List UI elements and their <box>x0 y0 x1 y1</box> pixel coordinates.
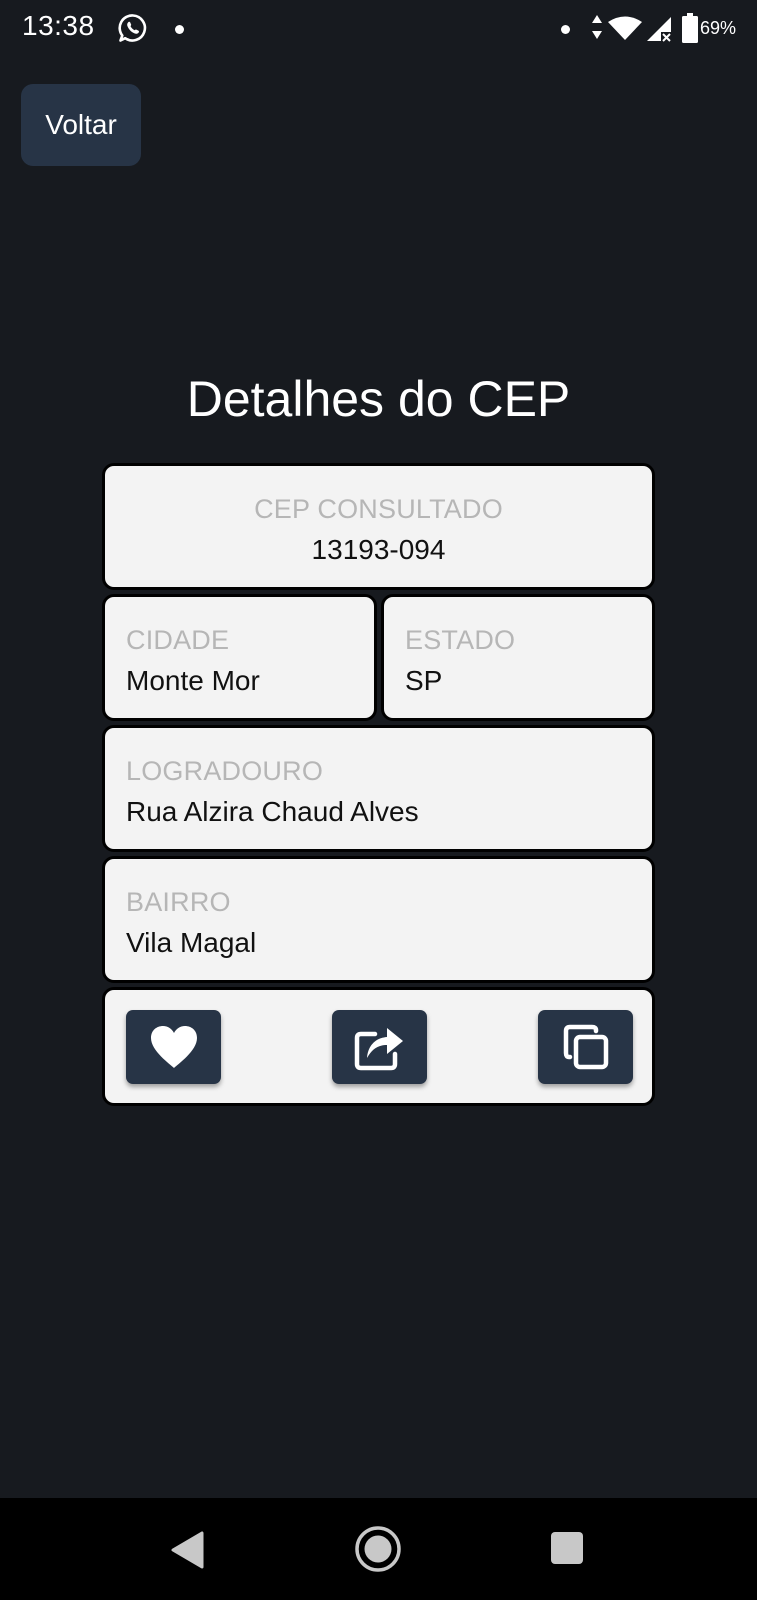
actions-card <box>102 987 655 1106</box>
cep-label: CEP CONSULTADO <box>254 494 503 524</box>
signal-no-data-icon <box>647 17 671 42</box>
heart-icon <box>150 1026 197 1068</box>
cep-card: CEP CONSULTADO 13193-094 <box>102 463 655 590</box>
back-triangle-icon[interactable] <box>170 1530 206 1570</box>
status-dot-icon <box>561 25 570 34</box>
estado-value: SP <box>405 665 443 696</box>
copy-icon <box>563 1024 608 1070</box>
logradouro-card: LOGRADOURO Rua Alzira Chaud Alves <box>102 725 655 852</box>
cidade-card: CIDADE Monte Mor <box>102 594 377 721</box>
bairro-card: BAIRRO Vila Magal <box>102 856 655 983</box>
page-title: Detalhes do CEP <box>186 371 571 427</box>
bairro-value: Vila Magal <box>126 927 257 958</box>
cidade-value: Monte Mor <box>126 665 260 696</box>
estado-label: ESTADO <box>405 625 516 655</box>
status-time: 13:38 <box>22 10 95 41</box>
logradouro-label: LOGRADOURO <box>126 756 324 786</box>
battery-percentage: 69% <box>700 18 737 38</box>
notification-dot-icon <box>175 25 184 34</box>
back-button[interactable]: Voltar <box>21 84 141 166</box>
cidade-label: CIDADE <box>126 625 230 655</box>
navigation-bar <box>0 1498 757 1600</box>
battery-icon <box>682 13 698 43</box>
share-button[interactable] <box>332 1010 427 1084</box>
whatsapp-icon <box>118 14 147 42</box>
favorite-button[interactable] <box>126 1010 221 1084</box>
copy-button[interactable] <box>538 1010 633 1084</box>
share-icon <box>354 1028 403 1071</box>
estado-card: ESTADO SP <box>381 594 655 721</box>
status-bar: 13:38 69% <box>0 0 757 58</box>
wifi-icon <box>608 16 642 40</box>
recents-square-icon[interactable] <box>551 1532 583 1564</box>
bairro-label: BAIRRO <box>126 887 231 917</box>
cep-value: 13193-094 <box>311 534 446 565</box>
home-circle-icon[interactable] <box>353 1524 403 1574</box>
logradouro-value: Rua Alzira Chaud Alves <box>126 796 419 827</box>
data-arrows-icon <box>592 15 602 39</box>
